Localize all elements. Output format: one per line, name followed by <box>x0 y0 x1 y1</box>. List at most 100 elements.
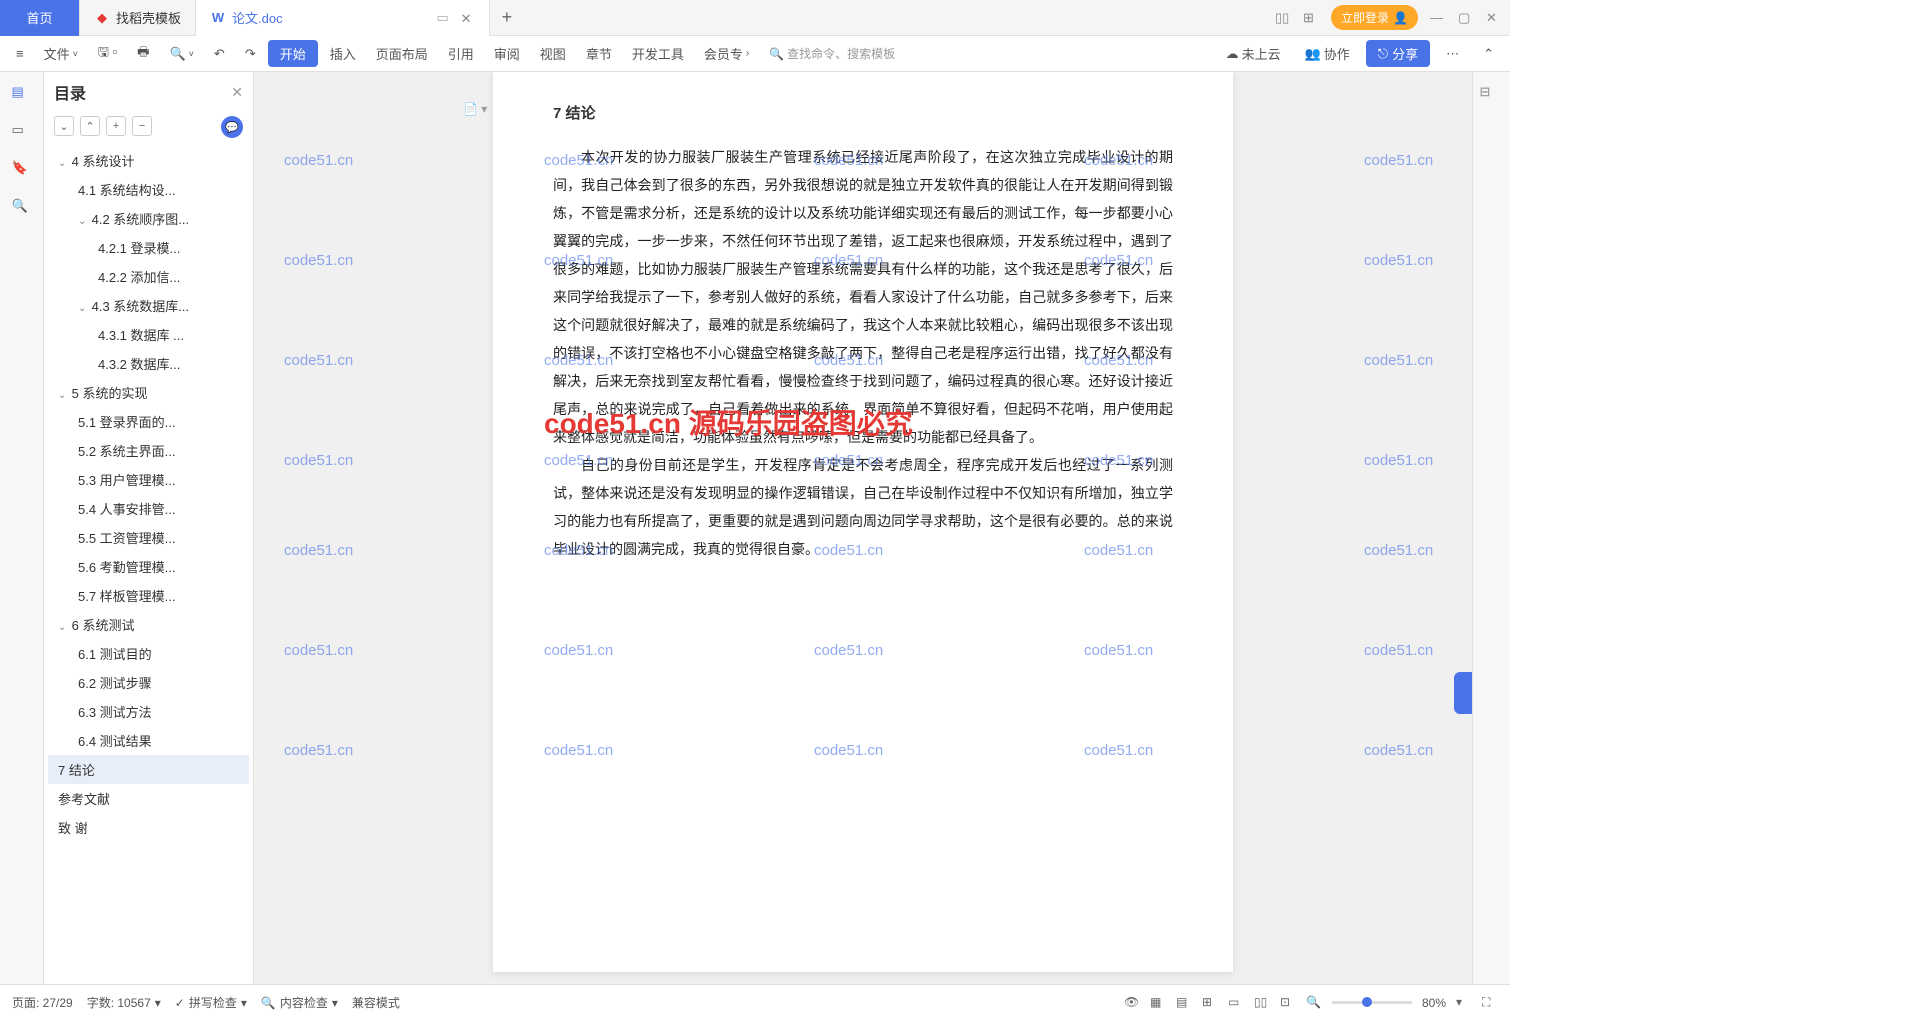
print-icon[interactable]: 🖶 <box>129 39 157 69</box>
remove-heading-icon[interactable]: − <box>132 116 152 136</box>
tab-chapter[interactable]: 章节 <box>578 40 620 67</box>
toc-item[interactable]: 4.3.2 数据库... <box>48 349 249 378</box>
toc-item[interactable]: 5.7 样板管理模... <box>48 581 249 610</box>
toc-item[interactable]: 6.4 测试结果 <box>48 726 249 755</box>
close-icon[interactable]: ✕ <box>461 11 475 25</box>
format-panel-icon[interactable]: ⊟ <box>1480 84 1504 108</box>
save-icon[interactable]: 🖫 ▫ <box>90 39 125 69</box>
tab-template[interactable]: ◆ 找稻壳模板 <box>80 0 196 36</box>
apps-icon[interactable]: ⊞ <box>1303 10 1319 26</box>
toc-item[interactable]: 5.5 工资管理模... <box>48 523 249 552</box>
toc-item[interactable]: 4.1 系统结构设... <box>48 175 249 204</box>
view-web-icon[interactable]: ⊞ <box>1202 995 1218 1011</box>
toc-item[interactable]: 致 谢 <box>48 813 249 842</box>
doc-heading: 7 结论 <box>553 102 1173 123</box>
toc-item[interactable]: 6.2 测试步骤 <box>48 668 249 697</box>
status-bar: 页面: 27/29 字数: 10567 ▾ ✓ 拼写检查 ▾ 🔍 内容检查 ▾ … <box>0 984 1510 1020</box>
outline-nav-icon[interactable]: ▤ <box>12 84 32 104</box>
toc-item[interactable]: ⌄ 6 系统测试 <box>48 610 249 639</box>
toc-item[interactable]: ⌄ 5 系统的实现 <box>48 378 249 407</box>
menu-icon[interactable]: ≡ <box>8 42 32 65</box>
maximize-icon[interactable]: ▢ <box>1458 10 1474 26</box>
chevron-down-icon[interactable]: ⌄ <box>58 158 68 169</box>
zoom-dropdown-icon[interactable]: ▾ <box>1456 995 1472 1011</box>
view-page-icon[interactable]: ▦ <box>1150 995 1166 1011</box>
collab-button[interactable]: 👥 协作 <box>1297 40 1358 67</box>
watermark: code51.cn <box>284 742 353 759</box>
command-search[interactable]: 🔍 查找命令、搜索模板 <box>761 41 903 66</box>
chevron-down-icon[interactable]: ⌄ <box>78 216 88 227</box>
toc-item[interactable]: 7 结论 <box>48 755 249 784</box>
toc-item[interactable]: 参考文献 <box>48 784 249 813</box>
file-menu[interactable]: 文件 ˅ <box>36 40 86 67</box>
bookmark-icon[interactable]: 🔖 <box>12 160 32 180</box>
watermark: code51.cn <box>1364 252 1433 269</box>
more-icon[interactable]: ⋯ <box>1438 42 1467 66</box>
view-read-icon[interactable]: ▭ <box>1228 995 1244 1011</box>
collapse-all-icon[interactable]: ⌄ <box>54 116 74 136</box>
compat-mode[interactable]: 兼容模式 <box>352 994 400 1011</box>
doc-paragraph: 本次开发的协力服装厂服装生产管理系统已经接近尾声阶段了，在这次独立完成毕业设计的… <box>553 143 1173 451</box>
content-check[interactable]: 🔍 内容检查 ▾ <box>261 994 338 1011</box>
document-canvas[interactable]: 📄 ▾ 7 结论 本次开发的协力服装厂服装生产管理系统已经接近尾声阶段了，在这次… <box>254 72 1472 984</box>
add-heading-icon[interactable]: + <box>106 116 126 136</box>
toc-item[interactable]: 5.3 用户管理模... <box>48 465 249 494</box>
toc-item[interactable]: 4.2.2 添加信... <box>48 262 249 291</box>
focus-icon[interactable]: 👁 <box>1124 995 1140 1011</box>
tab-document[interactable]: W 论文.doc ▭ ✕ <box>196 0 490 36</box>
spell-check[interactable]: ✓ 拼写检查 ▾ <box>175 994 247 1011</box>
zoom-slider[interactable] <box>1332 1001 1412 1004</box>
login-button[interactable]: 立即登录 👤 <box>1331 5 1418 30</box>
toc-item[interactable]: 5.6 考勤管理模... <box>48 552 249 581</box>
toc-item[interactable]: 5.2 系统主界面... <box>48 436 249 465</box>
tab-start[interactable]: 开始 <box>268 40 318 67</box>
chevron-down-icon[interactable]: ⌄ <box>78 303 88 314</box>
share-button[interactable]: ⎋ 分享 <box>1366 40 1430 67</box>
layout-icon[interactable]: ▯▯ <box>1275 10 1291 26</box>
page-marker-icon[interactable]: 📄 ▾ <box>463 102 487 116</box>
window-close-icon[interactable]: ✕ <box>1486 10 1502 26</box>
chat-icon[interactable]: 💬 <box>221 116 243 138</box>
side-handle[interactable] <box>1454 672 1472 714</box>
toc-item[interactable]: 5.4 人事安排管... <box>48 494 249 523</box>
search-nav-icon[interactable]: 🔍 <box>12 198 32 218</box>
view-outline-icon[interactable]: ▤ <box>1176 995 1192 1011</box>
toc-item[interactable]: ⌄ 4 系统设计 <box>48 146 249 175</box>
zoom-out-icon[interactable]: 🔍 <box>1306 995 1322 1011</box>
chevron-down-icon[interactable]: ⌄ <box>58 622 68 633</box>
tab-member[interactable]: 会员专› <box>696 40 757 67</box>
tab-reference[interactable]: 引用 <box>440 40 482 67</box>
tab-review[interactable]: 审阅 <box>486 40 528 67</box>
expand-icon[interactable]: ⌃ <box>1475 42 1502 66</box>
tab-add[interactable]: + <box>490 7 525 28</box>
undo-icon[interactable]: ↶ <box>206 42 233 66</box>
watermark: code51.cn <box>284 152 353 169</box>
monitor-icon[interactable]: ▭ <box>435 10 451 26</box>
zoom-level[interactable]: 80% <box>1422 996 1446 1010</box>
zoom-fit-icon[interactable]: ⊡ <box>1280 995 1296 1011</box>
toc-item[interactable]: ⌄ 4.2 系统顺序图... <box>48 204 249 233</box>
tab-home[interactable]: 首页 <box>0 0 80 36</box>
toc-item[interactable]: 6.1 测试目的 <box>48 639 249 668</box>
outline-close-icon[interactable]: ✕ <box>231 84 243 101</box>
toc-item[interactable]: 4.3.1 数据库 ... <box>48 320 249 349</box>
toc-item[interactable]: 4.2.1 登录模... <box>48 233 249 262</box>
view-split-icon[interactable]: ▯▯ <box>1254 995 1270 1011</box>
toc-item[interactable]: 6.3 测试方法 <box>48 697 249 726</box>
word-count[interactable]: 字数: 10567 ▾ <box>87 994 161 1011</box>
tab-layout[interactable]: 页面布局 <box>368 40 436 67</box>
tab-insert[interactable]: 插入 <box>322 40 364 67</box>
thumbnail-icon[interactable]: ▭ <box>12 122 32 142</box>
toc-item[interactable]: 5.1 登录界面的... <box>48 407 249 436</box>
fullscreen-icon[interactable]: ⛶ <box>1482 995 1498 1011</box>
preview-icon[interactable]: 🔍 ˅ <box>161 42 201 66</box>
page-number[interactable]: 页面: 27/29 <box>12 994 73 1011</box>
minimize-icon[interactable]: — <box>1430 10 1446 26</box>
tab-dev[interactable]: 开发工具 <box>624 40 692 67</box>
expand-all-icon[interactable]: ⌃ <box>80 116 100 136</box>
toc-item[interactable]: ⌄ 4.3 系统数据库... <box>48 291 249 320</box>
redo-icon[interactable]: ↷ <box>237 42 264 66</box>
tab-view[interactable]: 视图 <box>532 40 574 67</box>
cloud-status[interactable]: ☁ 未上云 <box>1218 40 1289 67</box>
chevron-down-icon[interactable]: ⌄ <box>58 390 68 401</box>
